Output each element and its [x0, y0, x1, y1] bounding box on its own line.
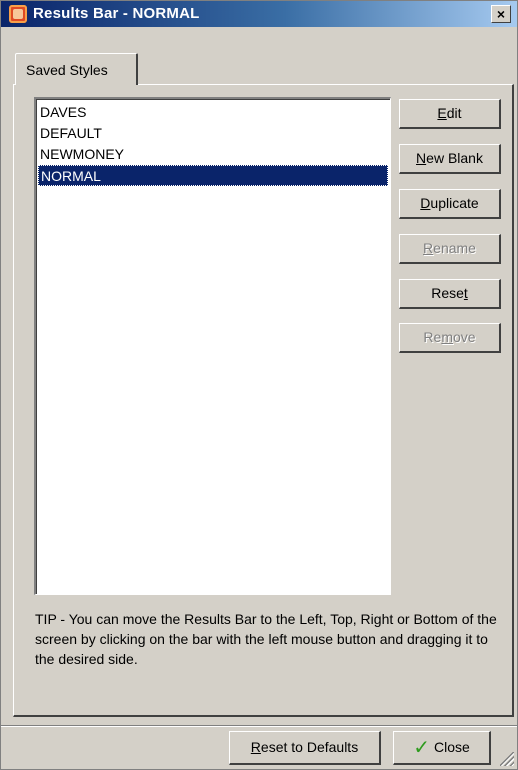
app-icon — [9, 5, 27, 23]
new-blank-label-post: ew Blank — [426, 150, 483, 166]
saved-styles-list[interactable]: DAVES DEFAULT NEWMONEY NORMAL — [34, 97, 391, 595]
remove-mnemonic: m — [441, 329, 453, 345]
window-title: Results Bar - NORMAL — [33, 5, 200, 22]
reset-button[interactable]: Reset — [399, 279, 501, 309]
reset-mnemonic: t — [463, 285, 468, 301]
close-button[interactable]: ✓ Close — [393, 731, 491, 765]
new-blank-mnemonic: N — [416, 150, 427, 166]
reset-to-defaults-button[interactable]: Reset to Defaults — [229, 731, 381, 765]
rename-mnemonic: R — [423, 240, 434, 256]
footer-separator — [1, 725, 517, 727]
new-blank-button[interactable]: New Blank — [399, 144, 501, 174]
rename-button[interactable]: Rename — [399, 234, 501, 264]
resize-grip-icon[interactable] — [500, 752, 514, 766]
remove-label-post: ove — [453, 329, 476, 345]
reset-label-pre: Rese — [431, 285, 464, 301]
duplicate-button[interactable]: Duplicate — [399, 189, 501, 219]
edit-label-post: dit — [446, 105, 462, 121]
results-bar-dialog: Results Bar - NORMAL × Saved Styles DAVE… — [0, 0, 518, 770]
list-item-selected[interactable]: NORMAL — [38, 165, 388, 186]
remove-label-pre: Re — [423, 329, 442, 345]
edit-mnemonic: E — [437, 105, 447, 121]
close-label: Close — [433, 739, 470, 755]
reset-defaults-label: eset to Defaults — [260, 739, 359, 755]
list-item[interactable]: NEWMONEY — [38, 144, 388, 165]
duplicate-label-post: uplicate — [430, 195, 479, 211]
close-window-button[interactable]: × — [491, 5, 511, 23]
reset-defaults-mnemonic: R — [250, 739, 261, 755]
title-bar[interactable]: Results Bar - NORMAL × — [1, 1, 517, 27]
duplicate-mnemonic: D — [420, 195, 431, 211]
edit-button[interactable]: Edit — [399, 99, 501, 129]
tab-saved-styles[interactable]: Saved Styles — [15, 53, 138, 85]
check-icon: ✓ — [413, 737, 430, 759]
tip-text: TIP - You can move the Results Bar to th… — [35, 611, 497, 667]
remove-button[interactable]: Remove — [399, 323, 501, 353]
rename-label-post: ename — [433, 240, 476, 256]
list-item[interactable]: DAVES — [38, 102, 388, 123]
list-item[interactable]: DEFAULT — [38, 123, 388, 144]
